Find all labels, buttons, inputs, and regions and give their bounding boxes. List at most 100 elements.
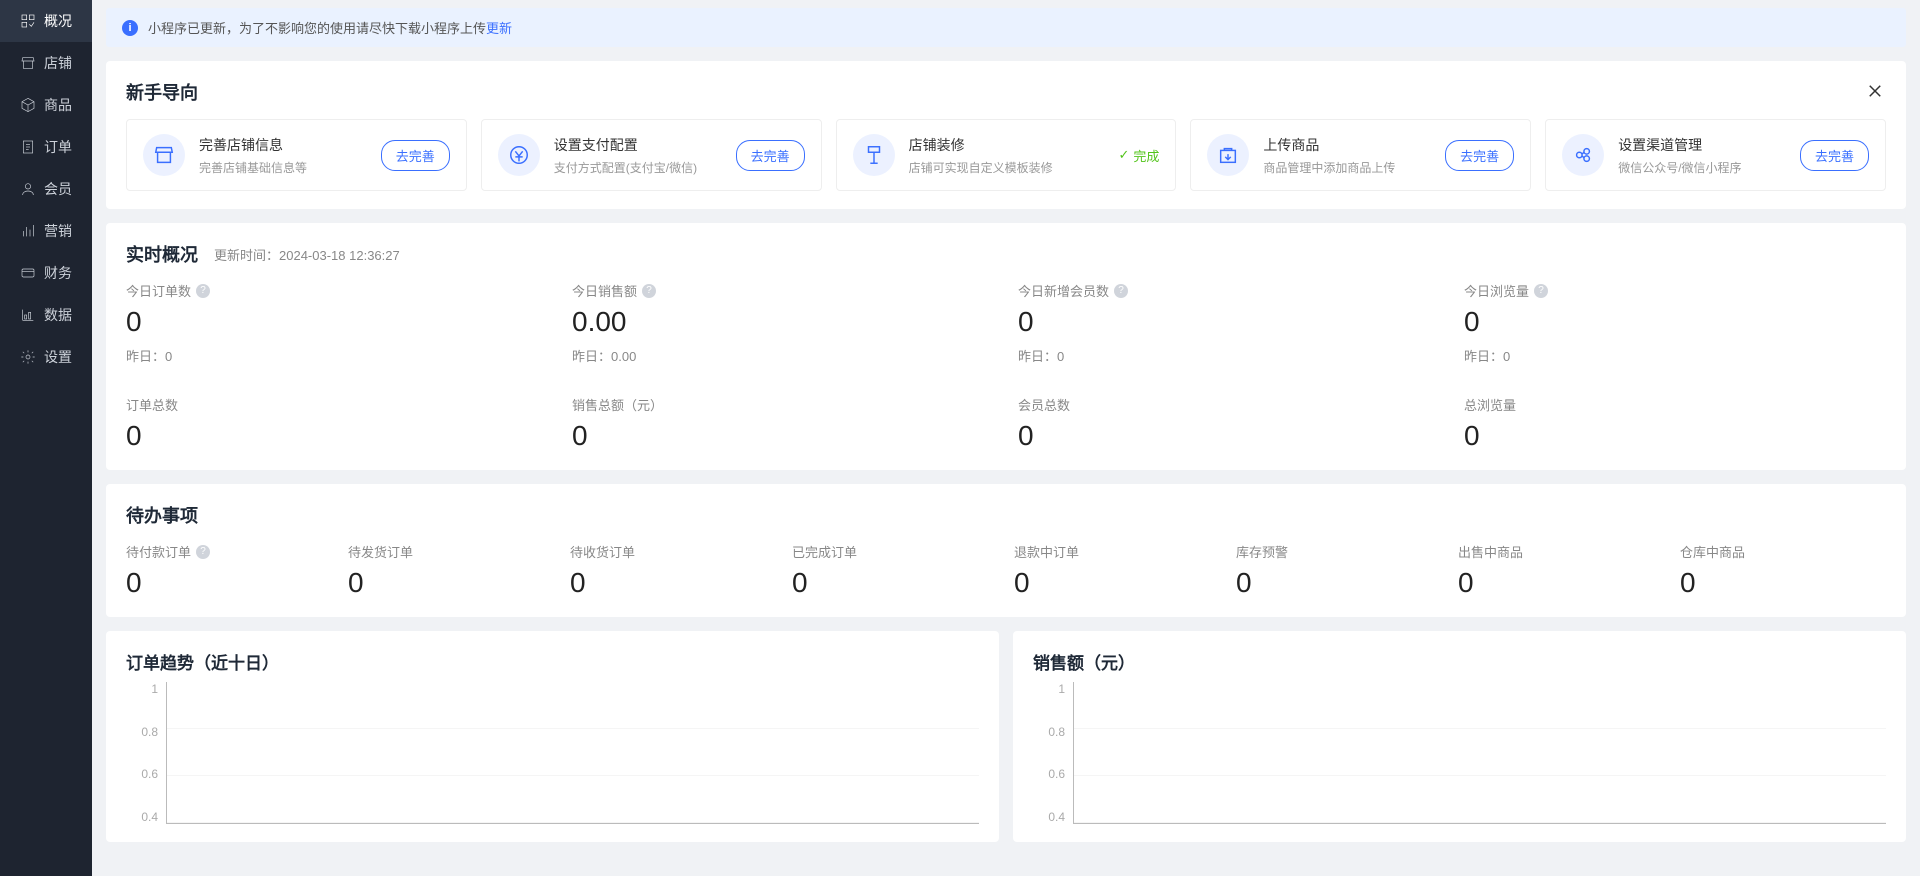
guide-item-desc: 商品管理中添加商品上传	[1263, 159, 1431, 176]
guide-item-desc: 支付方式配置(支付宝/微信)	[554, 159, 722, 176]
stat-value: 0	[1018, 306, 1440, 338]
y-tick: 0.4	[141, 810, 158, 824]
todo-label: 退款中订单	[1014, 542, 1079, 561]
y-tick: 0.8	[141, 725, 158, 739]
settings-icon	[20, 349, 36, 365]
help-icon[interactable]: ?	[1534, 284, 1548, 298]
help-icon[interactable]: ?	[1114, 284, 1128, 298]
todo-value: 0	[126, 567, 332, 599]
help-icon[interactable]: ?	[642, 284, 656, 298]
stat-sub-value: 0.00	[611, 349, 636, 364]
realtime-stats-grid: 今日订单数? 0 昨日：0 今日销售额? 0.00 昨日：0.00 今日新增会员…	[126, 281, 1886, 452]
stat-sub-prefix: 昨日：	[572, 349, 611, 364]
y-tick: 0.4	[1048, 810, 1065, 824]
stat-label: 今日新增会员数	[1018, 281, 1109, 300]
guide-action-button[interactable]: 去完善	[1445, 140, 1514, 171]
sidebar-item-settings[interactable]: 设置	[0, 336, 92, 378]
stat-value: 0	[1464, 306, 1886, 338]
todo-completed[interactable]: 已完成订单 0	[792, 542, 998, 599]
stat-label: 订单总数	[126, 395, 178, 414]
realtime-updated-at: 2024-03-18 12:36:27	[279, 248, 400, 263]
dashboard-icon	[20, 13, 36, 29]
guide-action-button[interactable]: 去完善	[381, 140, 450, 171]
stat-label: 总浏览量	[1464, 395, 1516, 414]
todo-label: 待收货订单	[570, 542, 635, 561]
sidebar-item-overview[interactable]: 概况	[0, 0, 92, 42]
stat-sub-prefix: 昨日：	[126, 349, 165, 364]
guide-row: 完善店铺信息 完善店铺基础信息等 去完善 设置支付配置 支付方式配置(支付宝/微…	[126, 119, 1886, 191]
guide-item-decorate: 店铺装修 店铺可实现自定义模板装修 ✓完成	[836, 119, 1177, 191]
todo-label: 库存预警	[1236, 542, 1288, 561]
alert-text: 小程序已更新，为了不影响您的使用请尽快下载小程序上传更新	[148, 18, 512, 37]
data-icon	[20, 307, 36, 323]
stat-sub-prefix: 昨日：	[1464, 349, 1503, 364]
guide-item-channel: 设置渠道管理 微信公众号/微信小程序 去完善	[1545, 119, 1886, 191]
realtime-card: 实时概况 更新时间：2024-03-18 12:36:27 今日订单数? 0 昨…	[106, 223, 1906, 470]
todo-in-warehouse[interactable]: 仓库中商品 0	[1680, 542, 1886, 599]
content-scroll[interactable]: 新手导向 完善店铺信息 完善店铺基础信息等 去完善 设	[92, 47, 1920, 876]
guide-action-button[interactable]: 去完善	[1800, 140, 1869, 171]
y-tick: 1	[1058, 682, 1065, 696]
stat-value: 0.00	[572, 306, 994, 338]
sidebar-item-orders[interactable]: 订单	[0, 126, 92, 168]
stat-value: 0	[1464, 420, 1886, 452]
sidebar-item-finance[interactable]: 财务	[0, 252, 92, 294]
todo-grid: 待付款订单? 0 待发货订单 0 待收货订单 0 已完成订单 0 退款中订单	[126, 542, 1886, 599]
todo-pending-payment[interactable]: 待付款订单? 0	[126, 542, 332, 599]
todo-value: 0	[792, 567, 998, 599]
todo-on-sale[interactable]: 出售中商品 0	[1458, 542, 1664, 599]
package-icon	[20, 97, 36, 113]
stat-today-views: 今日浏览量? 0 昨日：0	[1464, 281, 1886, 365]
update-alert: i 小程序已更新，为了不影响您的使用请尽快下载小程序上传更新	[106, 8, 1906, 47]
payment-icon	[498, 134, 540, 176]
chart-area: 1 0.8 0.6 0.4	[1033, 674, 1886, 824]
sidebar-item-data[interactable]: 数据	[0, 294, 92, 336]
todo-value: 0	[1680, 567, 1886, 599]
sidebar-item-label: 会员	[44, 179, 72, 199]
guide-close-button[interactable]	[1864, 81, 1886, 103]
chart-area: 1 0.8 0.6 0.4	[126, 674, 979, 824]
help-icon[interactable]: ?	[196, 545, 210, 559]
guide-action-button[interactable]: 去完善	[736, 140, 805, 171]
stat-label: 今日浏览量	[1464, 281, 1529, 300]
todo-refunding[interactable]: 退款中订单 0	[1014, 542, 1220, 599]
alert-update-link[interactable]: 更新	[486, 21, 512, 36]
channel-icon	[1562, 134, 1604, 176]
stat-label: 销售总额（元）	[572, 395, 663, 414]
stat-total-orders: 订单总数 0	[126, 395, 548, 452]
guide-item-payment: 设置支付配置 支付方式配置(支付宝/微信) 去完善	[481, 119, 822, 191]
close-icon	[1866, 82, 1884, 103]
stat-sub-value: 0	[1503, 349, 1510, 364]
sidebar-item-marketing[interactable]: 营销	[0, 210, 92, 252]
main: i 小程序已更新，为了不影响您的使用请尽快下载小程序上传更新 新手导向 完善店铺…	[92, 0, 1920, 876]
sidebar-item-shop[interactable]: 店铺	[0, 42, 92, 84]
sidebar-item-label: 设置	[44, 347, 72, 367]
chart-y-axis: 1 0.8 0.6 0.4	[126, 682, 166, 824]
todo-value: 0	[348, 567, 554, 599]
stat-today-orders: 今日订单数? 0 昨日：0	[126, 281, 548, 365]
chart-y-axis: 1 0.8 0.6 0.4	[1033, 682, 1073, 824]
todo-stock-warning[interactable]: 库存预警 0	[1236, 542, 1442, 599]
guide-item-title: 上传商品	[1263, 135, 1431, 155]
help-icon[interactable]: ?	[196, 284, 210, 298]
todo-label: 仓库中商品	[1680, 542, 1745, 561]
finance-icon	[20, 265, 36, 281]
todo-label: 出售中商品	[1458, 542, 1523, 561]
sidebar-item-goods[interactable]: 商品	[0, 84, 92, 126]
marketing-icon	[20, 223, 36, 239]
guide-done-label: 完成	[1133, 146, 1159, 165]
shop-icon	[20, 55, 36, 71]
todo-label: 已完成订单	[792, 542, 857, 561]
guide-item-title: 设置渠道管理	[1618, 135, 1786, 155]
guide-item-desc: 完善店铺基础信息等	[199, 159, 367, 176]
sidebar-item-members[interactable]: 会员	[0, 168, 92, 210]
stat-today-members: 今日新增会员数? 0 昨日：0	[1018, 281, 1440, 365]
stat-value: 0	[126, 420, 548, 452]
todo-pending-receive[interactable]: 待收货订单 0	[570, 542, 776, 599]
stat-sub-value: 0	[1057, 349, 1064, 364]
member-icon	[20, 181, 36, 197]
todo-pending-ship[interactable]: 待发货订单 0	[348, 542, 554, 599]
guide-title: 新手导向	[126, 79, 198, 105]
realtime-subtitle-prefix: 更新时间：	[214, 248, 279, 263]
stat-value: 0	[1018, 420, 1440, 452]
